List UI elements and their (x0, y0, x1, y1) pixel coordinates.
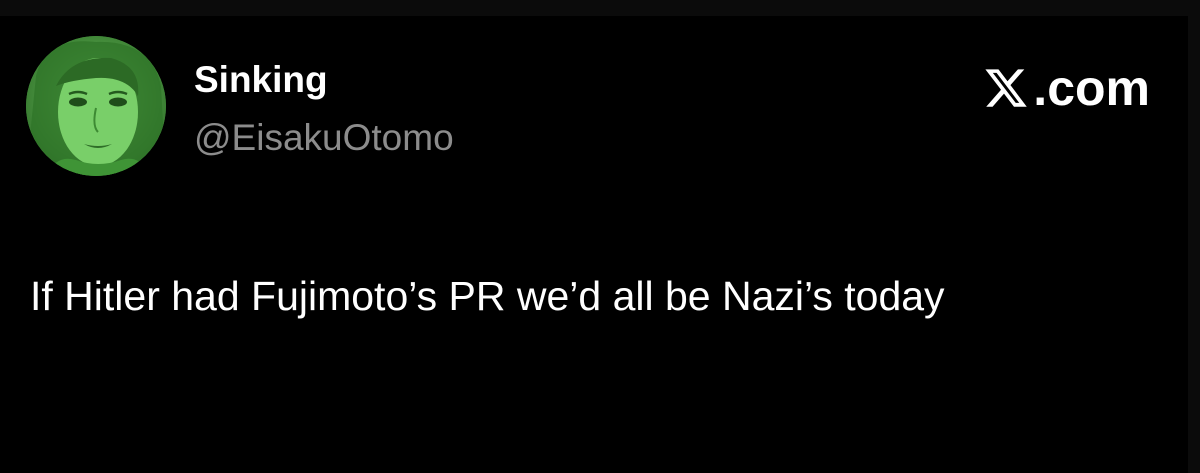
user-handle[interactable]: @EisakuOtomo (194, 116, 454, 160)
avatar[interactable] (26, 36, 166, 176)
tweet-card: Sinking @EisakuOtomo .com If Hitler had … (0, 0, 1200, 473)
tweet-text: If Hitler had Fujimoto’s PR we’d all be … (30, 273, 945, 319)
display-name[interactable]: Sinking (194, 58, 328, 102)
right-border (1188, 16, 1200, 473)
x-logo-icon (985, 69, 1028, 107)
brand-logo: .com (983, 58, 1150, 118)
brand-domain: .com (1033, 60, 1150, 116)
top-border (0, 0, 1200, 16)
avatar-portrait-icon (26, 36, 166, 176)
